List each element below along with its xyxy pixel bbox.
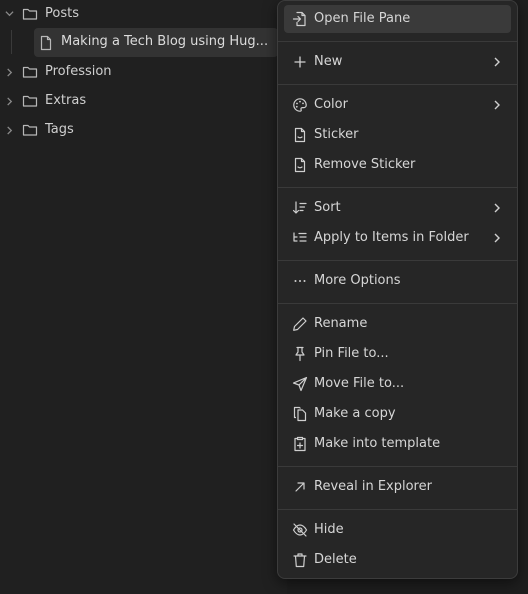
- menu-item-label: Apply to Items in Folder: [314, 230, 469, 245]
- menu-item-label: More Options: [314, 273, 401, 288]
- menu-separator: [278, 84, 517, 85]
- menu-item-label: Sticker: [314, 127, 359, 142]
- menu-item-delete[interactable]: Delete: [284, 546, 511, 574]
- menu-separator: [278, 466, 517, 467]
- menu-item-label: Reveal in Explorer: [314, 479, 432, 494]
- menu-item-label: Make into template: [314, 436, 441, 451]
- folder-icon: [22, 6, 38, 22]
- menu-item-apply-to-items[interactable]: Apply to Items in Folder: [284, 224, 511, 252]
- folder-icon: [22, 122, 38, 138]
- chevron-right-icon: [493, 56, 501, 68]
- menu-item-label: Remove Sticker: [314, 157, 416, 172]
- menu-item-hide[interactable]: Hide: [284, 516, 511, 544]
- chevron-right-icon: [493, 202, 501, 214]
- file-icon: [38, 35, 54, 51]
- menu-separator: [278, 509, 517, 510]
- folder-label: Profession: [45, 64, 112, 79]
- menu-item-label: Make a copy: [314, 406, 396, 421]
- menu-item-color[interactable]: Color: [284, 91, 511, 119]
- menu-item-label: Move File to...: [314, 376, 405, 391]
- menu-item-make-template[interactable]: Make into template: [284, 430, 511, 458]
- menu-item-pin-file[interactable]: Pin File to...: [284, 340, 511, 368]
- menu-item-label: Sort: [314, 200, 341, 215]
- chevron-right-icon[interactable]: [5, 97, 13, 106]
- menu-item-rename[interactable]: Rename: [284, 310, 511, 338]
- list-tree-icon: [292, 230, 308, 246]
- menu-item-label: Rename: [314, 316, 368, 331]
- folder-icon: [22, 64, 38, 80]
- folder-extras[interactable]: Extras: [0, 87, 287, 113]
- folder-posts[interactable]: Posts: [0, 0, 287, 26]
- pencil-icon: [292, 316, 308, 332]
- indent-guide: [11, 30, 12, 54]
- copy-icon: [292, 406, 308, 422]
- plus-icon: [292, 54, 308, 70]
- chevron-right-icon: [493, 232, 501, 244]
- sort-icon: [292, 200, 308, 216]
- chevron-right-icon[interactable]: [5, 68, 13, 77]
- menu-item-label: Delete: [314, 552, 357, 567]
- file-label: Making a Tech Blog using Hug...: [61, 34, 269, 49]
- folder-icon: [22, 93, 38, 109]
- menu-item-open-file-pane[interactable]: Open File Pane: [284, 5, 511, 33]
- eye-off-icon: [292, 522, 308, 538]
- menu-item-move-file[interactable]: Move File to...: [284, 370, 511, 398]
- folder-label: Extras: [45, 93, 87, 108]
- menu-separator: [278, 187, 517, 188]
- send-icon: [292, 376, 308, 392]
- sticker-icon: [292, 127, 308, 143]
- palette-icon: [292, 97, 308, 113]
- menu-item-sticker[interactable]: Sticker: [284, 121, 511, 149]
- folder-tags[interactable]: Tags: [0, 116, 287, 142]
- context-menu: Open File Pane New Color Sticker Remove …: [277, 0, 518, 579]
- pin-icon: [292, 346, 308, 362]
- file-item-making-tech-blog[interactable]: Making a Tech Blog using Hug...: [34, 28, 278, 57]
- menu-item-remove-sticker[interactable]: Remove Sticker: [284, 151, 511, 179]
- chevron-right-icon: [493, 99, 501, 111]
- menu-item-label: Hide: [314, 522, 344, 537]
- chevron-right-icon[interactable]: [5, 126, 13, 135]
- menu-separator: [278, 303, 517, 304]
- folder-label: Tags: [45, 122, 74, 137]
- menu-item-new[interactable]: New: [284, 48, 511, 76]
- menu-item-make-copy[interactable]: Make a copy: [284, 400, 511, 428]
- menu-item-label: Color: [314, 97, 348, 112]
- open-file-pane-icon: [292, 11, 308, 27]
- menu-item-reveal[interactable]: Reveal in Explorer: [284, 473, 511, 501]
- remove-sticker-icon: [292, 157, 308, 173]
- folder-label: Posts: [45, 6, 79, 21]
- menu-separator: [278, 41, 517, 42]
- file-explorer: Posts Making a Tech Blog using Hug... Pr…: [0, 0, 287, 594]
- ellipsis-icon: [292, 273, 308, 289]
- arrow-up-right-icon: [292, 479, 308, 495]
- menu-separator: [278, 260, 517, 261]
- clipboard-plus-icon: [292, 436, 308, 452]
- folder-profession[interactable]: Profession: [0, 58, 287, 84]
- menu-item-sort[interactable]: Sort: [284, 194, 511, 222]
- menu-item-more-options[interactable]: More Options: [284, 267, 511, 295]
- trash-icon: [292, 552, 308, 568]
- menu-item-label: New: [314, 54, 343, 69]
- chevron-down-icon[interactable]: [5, 9, 14, 17]
- menu-item-label: Open File Pane: [314, 11, 411, 26]
- menu-item-label: Pin File to...: [314, 346, 389, 361]
